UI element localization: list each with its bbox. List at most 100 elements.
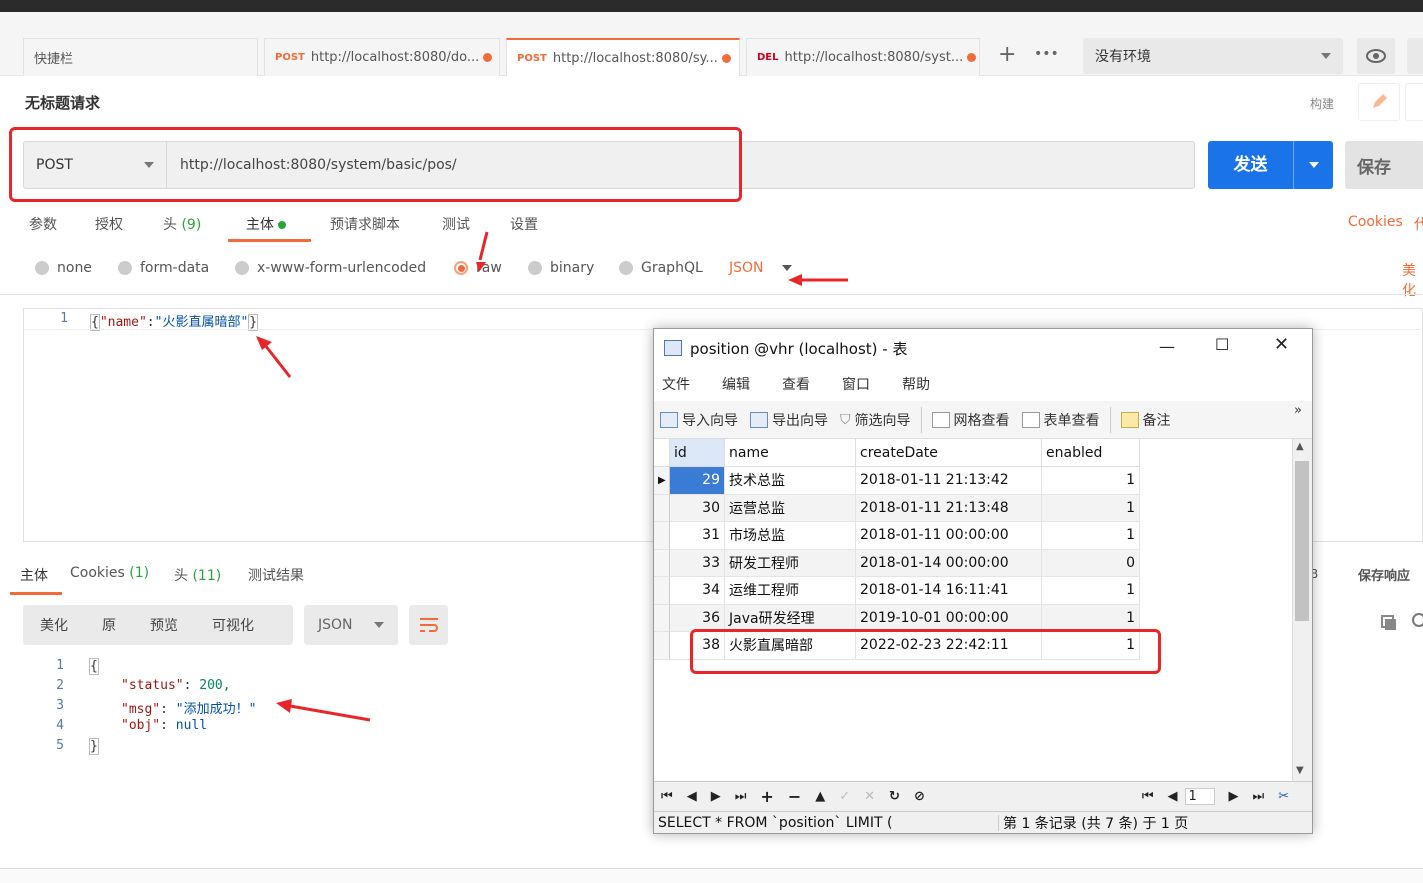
res-tab-body[interactable]: 主体 xyxy=(20,565,48,585)
refresh-icon[interactable]: ↻ xyxy=(889,789,900,804)
data-grid[interactable]: id name createDate enabled ▶ 29 技术总监 2018-0… xyxy=(654,439,1294,781)
cell-id[interactable]: 33 xyxy=(670,549,725,577)
stop-icon[interactable]: ⊘ xyxy=(914,789,925,804)
prev-page-icon[interactable]: ◀ xyxy=(1168,789,1178,804)
format-visualize[interactable]: 可视化 xyxy=(195,615,271,635)
tab-headers[interactable]: 头 (9) xyxy=(163,214,201,234)
current-row-indicator-icon[interactable]: ▶ xyxy=(654,467,670,495)
cell-id[interactable]: 31 xyxy=(670,522,725,550)
grid-view-button[interactable]: 网格查看 xyxy=(931,410,1010,430)
table-row[interactable]: 34 运维工程师 2018-01-14 16:11:41 1 xyxy=(654,577,1140,605)
last-page-icon[interactable]: ⏭ xyxy=(1253,789,1265,804)
code-link[interactable]: 代 xyxy=(1414,214,1423,234)
format-preview[interactable]: 预览 xyxy=(133,615,195,635)
form-view-button[interactable]: 表单查看 xyxy=(1021,410,1100,430)
tab-request-3[interactable]: DEL http://localhost:8080/syst... xyxy=(746,38,980,76)
copy-icon[interactable] xyxy=(1378,612,1400,634)
cell-name[interactable]: 研发工程师 xyxy=(725,549,856,577)
table-row[interactable]: 31 市场总监 2018-01-11 00:00:00 1 xyxy=(654,522,1140,550)
tab-request-2[interactable]: POST http://localhost:8080/sy... xyxy=(506,38,740,76)
res-tab-test-results[interactable]: 测试结果 xyxy=(248,565,304,585)
cell-createdate[interactable]: 2019-10-01 00:00:00 xyxy=(856,604,1042,632)
more-tabs-button[interactable]: ••• xyxy=(1034,46,1059,62)
wrap-lines-icon[interactable] xyxy=(409,605,448,645)
edit-pencil-icon[interactable] xyxy=(1358,83,1400,121)
tab-prerequest-script[interactable]: 预请求脚本 xyxy=(330,214,400,234)
send-options-chevron-icon[interactable] xyxy=(1294,162,1333,168)
tab-settings[interactable]: 设置 xyxy=(510,214,538,234)
format-pretty[interactable]: 美化 xyxy=(23,615,85,635)
cell-enabled[interactable]: 1 xyxy=(1042,494,1140,522)
raw-format-select[interactable]: JSON xyxy=(729,260,792,276)
close-icon[interactable]: ✕ xyxy=(1274,334,1289,355)
delete-record-icon[interactable]: − xyxy=(788,787,801,806)
tab-request-1[interactable]: POST http://localhost:8080/do... xyxy=(264,38,500,76)
cell-name[interactable]: 技术总监 xyxy=(725,467,856,495)
minimize-icon[interactable]: — xyxy=(1159,337,1175,356)
last-record-icon[interactable]: ⏭ xyxy=(735,789,747,804)
send-button[interactable]: 发送 xyxy=(1208,141,1333,189)
column-header-id[interactable]: id xyxy=(670,439,725,467)
prev-record-icon[interactable]: ◀ xyxy=(687,789,697,804)
format-raw[interactable]: 原 xyxy=(85,615,133,635)
scroll-down-icon[interactable]: ▼ xyxy=(1296,765,1304,776)
radio-graphql[interactable]: GraphQL xyxy=(619,260,703,276)
cookies-link[interactable]: Cookies xyxy=(1348,214,1403,230)
menu-window[interactable]: 窗口 xyxy=(842,374,870,394)
cell-name[interactable]: 运维工程师 xyxy=(725,577,856,605)
cell-name[interactable]: 市场总监 xyxy=(725,522,856,550)
cell-name[interactable]: Java研发经理 xyxy=(725,604,856,632)
cell-createdate[interactable]: 2018-01-14 00:00:00 xyxy=(856,549,1042,577)
cell-id[interactable]: 36 xyxy=(670,604,725,632)
first-record-icon[interactable]: ⏮ xyxy=(661,789,673,804)
row-selector[interactable] xyxy=(654,632,670,660)
cell-createdate[interactable]: 2018-01-11 21:13:42 xyxy=(856,467,1042,495)
menu-edit[interactable]: 编辑 xyxy=(722,374,750,394)
export-wizard-button[interactable]: 导出向导 xyxy=(750,410,828,430)
tab-auth[interactable]: 授权 xyxy=(95,214,123,234)
search-icon[interactable] xyxy=(1410,612,1423,634)
res-tab-headers[interactable]: 头 (11) xyxy=(174,565,221,585)
environment-select[interactable]: 没有环境 xyxy=(1083,38,1343,74)
eye-icon[interactable] xyxy=(1357,38,1395,74)
cell-enabled[interactable]: 1 xyxy=(1042,577,1140,605)
radio-urlencoded[interactable]: x-www-form-urlencoded xyxy=(235,260,426,276)
radio-binary[interactable]: binary xyxy=(528,260,594,276)
cell-createdate[interactable]: 2018-01-11 21:13:48 xyxy=(856,494,1042,522)
response-body-viewer[interactable]: 1 2 3 4 5 { "status": 200, "msg": "添加成功！… xyxy=(0,656,640,766)
toolbar-overflow-button[interactable]: » xyxy=(1294,403,1302,418)
radio-none[interactable]: none xyxy=(35,260,92,276)
row-selector[interactable] xyxy=(654,522,670,550)
tab-quickbar[interactable]: 快捷栏 xyxy=(23,38,258,76)
cell-createdate[interactable]: 2018-01-14 16:11:41 xyxy=(856,577,1042,605)
row-selector[interactable] xyxy=(654,604,670,632)
page-input[interactable]: 1 xyxy=(1184,788,1215,805)
table-row[interactable]: 33 研发工程师 2018-01-14 00:00:00 0 xyxy=(654,549,1140,577)
row-selector[interactable] xyxy=(654,549,670,577)
radio-raw[interactable]: raw xyxy=(454,260,502,276)
vertical-scrollbar[interactable]: ▲ ▼ xyxy=(1292,439,1311,781)
import-wizard-button[interactable]: 导入向导 xyxy=(660,410,738,430)
scroll-up-icon[interactable]: ▲ xyxy=(1296,441,1304,452)
cell-createdate[interactable]: 2018-01-11 00:00:00 xyxy=(856,522,1042,550)
column-header-name[interactable]: name xyxy=(725,439,856,467)
settings-gear-icon[interactable] xyxy=(1407,38,1423,74)
menu-help[interactable]: 帮助 xyxy=(902,374,930,394)
next-page-icon[interactable]: ▶ xyxy=(1229,789,1239,804)
table-row[interactable]: 36 Java研发经理 2019-10-01 00:00:00 1 xyxy=(654,604,1140,632)
filter-wizard-button[interactable]: ⛉ 筛选向导 xyxy=(840,410,911,430)
column-header-createdate[interactable]: createDate xyxy=(856,439,1042,467)
tab-body[interactable]: 主体 xyxy=(246,214,286,234)
cell-name[interactable]: 运营总监 xyxy=(725,494,856,522)
first-page-icon[interactable]: ⏮ xyxy=(1142,789,1154,804)
tab-params[interactable]: 参数 xyxy=(29,214,57,234)
response-language-select[interactable]: JSON xyxy=(304,605,398,645)
scrollbar-thumb[interactable] xyxy=(1295,461,1309,621)
radio-form-data[interactable]: form-data xyxy=(118,260,209,276)
res-tab-cookies[interactable]: Cookies (1) xyxy=(70,565,149,581)
add-record-icon[interactable]: + xyxy=(760,787,773,806)
cell-enabled[interactable]: 1 xyxy=(1042,467,1140,495)
menu-file[interactable]: 文件 xyxy=(662,374,690,394)
move-up-icon[interactable]: ▲ xyxy=(815,789,825,804)
cell-id[interactable]: 29 xyxy=(670,467,725,495)
